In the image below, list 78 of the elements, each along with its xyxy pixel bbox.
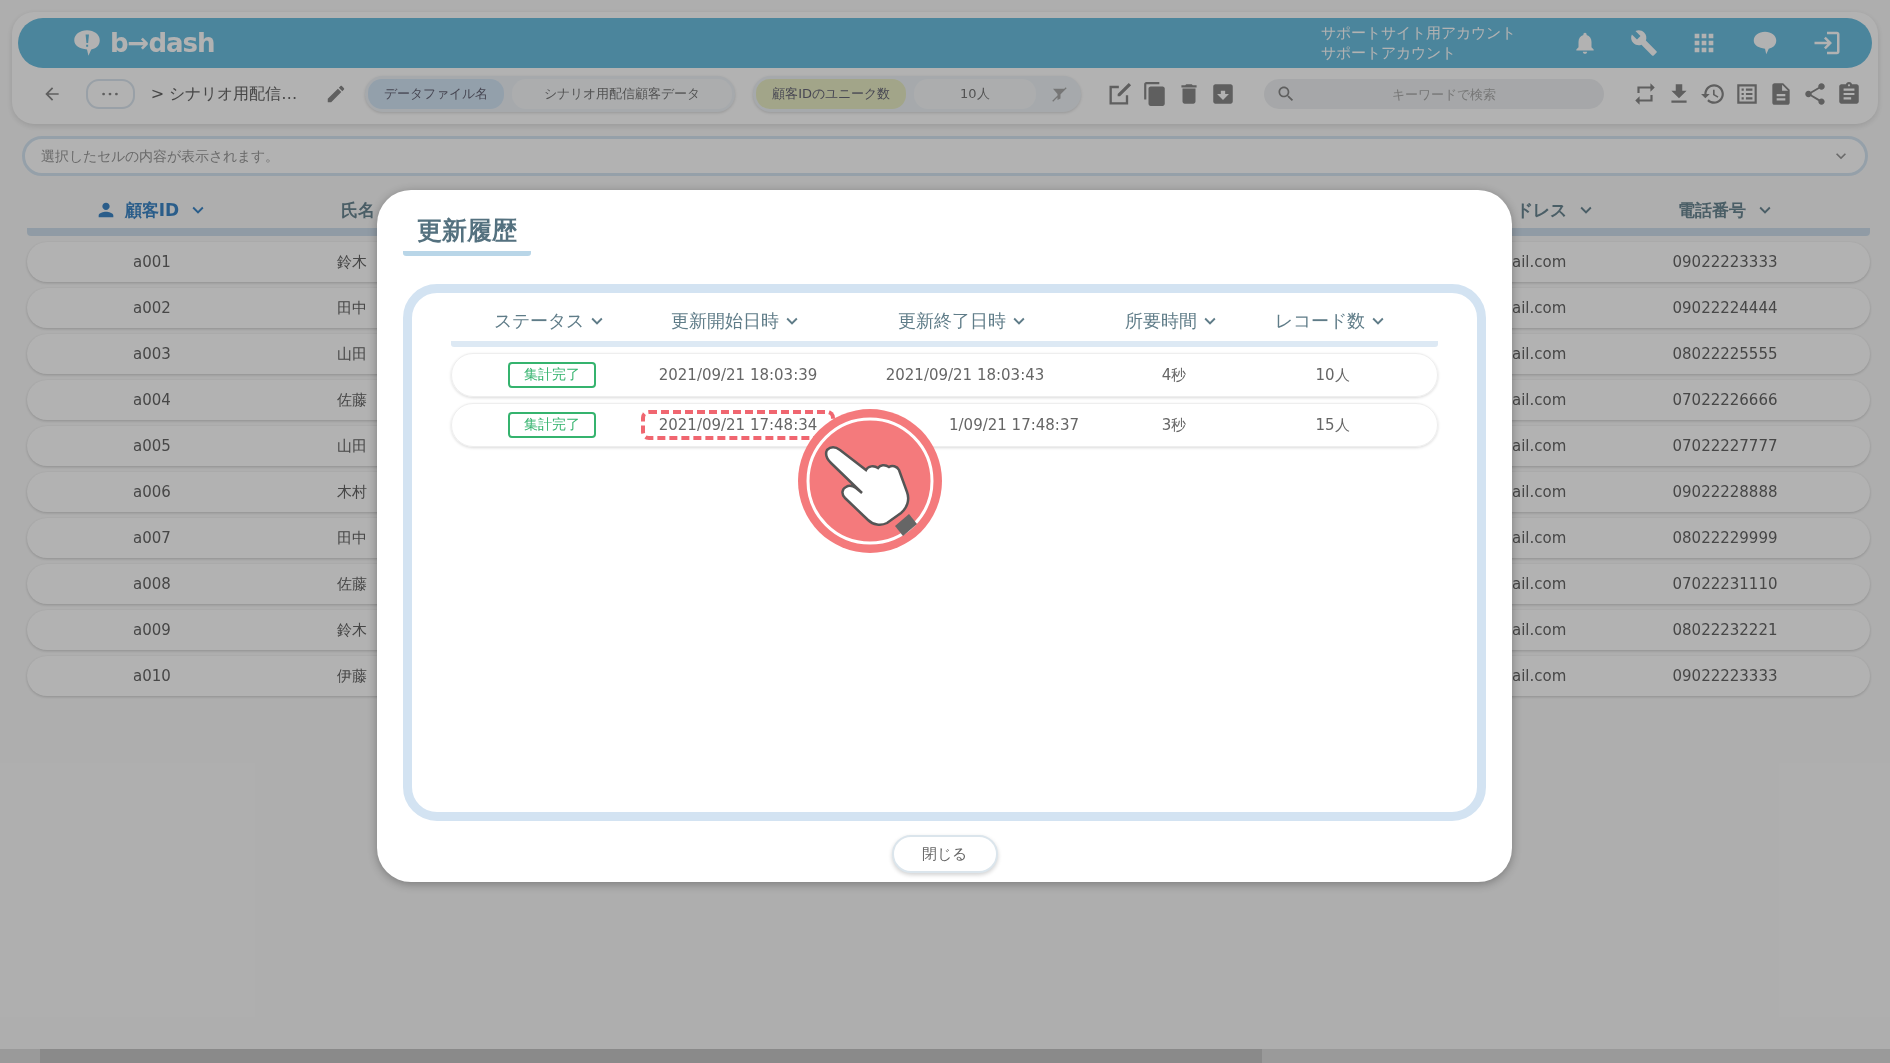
history-icon[interactable] [1700,81,1726,107]
account-name: サポートサイト用アカウント [1321,23,1516,43]
table-cell-text: 佐藤 [337,390,368,410]
table-cell-text: a006 [132,483,172,501]
table-cell-text: a003 [132,345,172,363]
column-header[interactable]: 顧客ID [94,198,210,222]
column-header[interactable]: 更新開始日時 [651,309,823,333]
column-header[interactable]: ドレス [1512,198,1597,222]
table-cell-text: ail.com [1512,529,1568,547]
table-cell-text: 09022224444 [1671,299,1779,317]
table-cell-text: 木村 [337,482,368,502]
table-cell-text: 08022225555 [1671,345,1779,363]
table-cell-text: 07022227777 [1671,437,1779,455]
table-cell-text: ail.com [1512,299,1568,317]
table-cell-text: 田中 [337,528,368,548]
cell-content-input[interactable]: 選択したセルの内容が表示されます。 [39,147,1831,165]
table-cell-text: ail.com [1512,575,1568,593]
table-cell-text: 09022228888 [1671,483,1779,501]
table-cell-text: a002 [132,299,172,317]
dialog-title: 更新履歴 [403,214,531,256]
list-icon[interactable] [1734,81,1760,107]
table-cell-text: 山田 [337,436,368,456]
table-cell-text: 10人 [1314,364,1351,386]
table-cell-text: ail.com [1512,391,1568,409]
account-name: サポートアカウント [1321,43,1457,63]
filter-label: 顧客IDのユニーク数 [756,79,906,109]
table-cell-text: 15人 [1314,414,1351,436]
column-header[interactable]: 電話番号 [1674,198,1776,222]
filter-label: データファイル名 [368,79,505,109]
cell-content-bar[interactable]: 選択したセルの内容が表示されます。 [22,136,1868,176]
table-cell-text: 山田 [337,344,368,364]
table-cell-text: ail.com [1512,437,1568,455]
breadcrumb-link[interactable]: > シナリオ用配信… [150,83,298,105]
horizontal-scrollbar[interactable] [0,1049,1890,1063]
repeat-icon[interactable] [1632,81,1658,107]
filter-value[interactable]: シナリオ用配信顧客データ [512,79,733,109]
table-cell-text: ail.com [1512,483,1568,501]
wrench-icon[interactable] [1630,29,1658,57]
column-header[interactable]: ステータス [451,309,651,333]
table-cell-text: 田中 [337,298,368,318]
table-cell-text: 07022231110 [1671,575,1779,593]
table-cell-text: ail.com [1512,345,1568,363]
column-header[interactable]: レコード数 [1241,309,1422,333]
table-cell-text: a004 [132,391,172,409]
table-cell-text: 09022223333 [1671,253,1779,271]
copy-icon[interactable] [1141,81,1168,107]
column-header[interactable]: 氏名 [337,198,379,222]
table-cell-text: 4秒 [1160,364,1188,386]
table-cell-text: 1/09/21 17:48:37 [948,415,1080,436]
table-cell-text: 佐藤 [337,574,368,594]
column-header[interactable]: 所要時間 [1105,309,1241,333]
table-cell-text: 伊藤 [337,666,368,686]
column-header[interactable]: 更新終了日時 [823,309,1105,333]
share-icon[interactable] [1802,81,1828,107]
status-badge: 集計完了 [508,412,596,438]
table-cell-text: 3秒 [1160,414,1188,436]
table-cell-text: 07022226666 [1671,391,1779,409]
table-cell-text: ail.com [1512,667,1568,685]
table-cell-text: 鈴木 [337,252,368,272]
table-cell-text: 2021/09/21 18:03:39 [657,365,819,386]
table-cell-text: a008 [132,575,172,593]
table-cell-text: a005 [132,437,172,455]
table-cell-text: 08022232221 [1671,621,1779,639]
table-cell-text: 2021/09/21 18:03:43 [884,365,1046,386]
table-cell-text: ail.com [1512,253,1568,271]
filter-value[interactable]: 10人 [914,79,1036,109]
table-cell-text: a001 [132,253,172,271]
table-cell-text: 09022223333 [1671,667,1779,685]
logo-text: b→dash [110,28,215,58]
clipboard-icon[interactable] [1836,81,1862,107]
close-button[interactable]: 閉じる [891,835,998,873]
table-cell-text: a010 [132,667,172,685]
table-cell-text: ail.com [1512,621,1568,639]
table-cell-text: 鈴木 [337,620,368,640]
status-badge: 集計完了 [508,362,596,388]
table-cell-text: 08022229999 [1671,529,1779,547]
table-cell-text: a009 [132,621,172,639]
table-cell-text: a007 [132,529,172,547]
